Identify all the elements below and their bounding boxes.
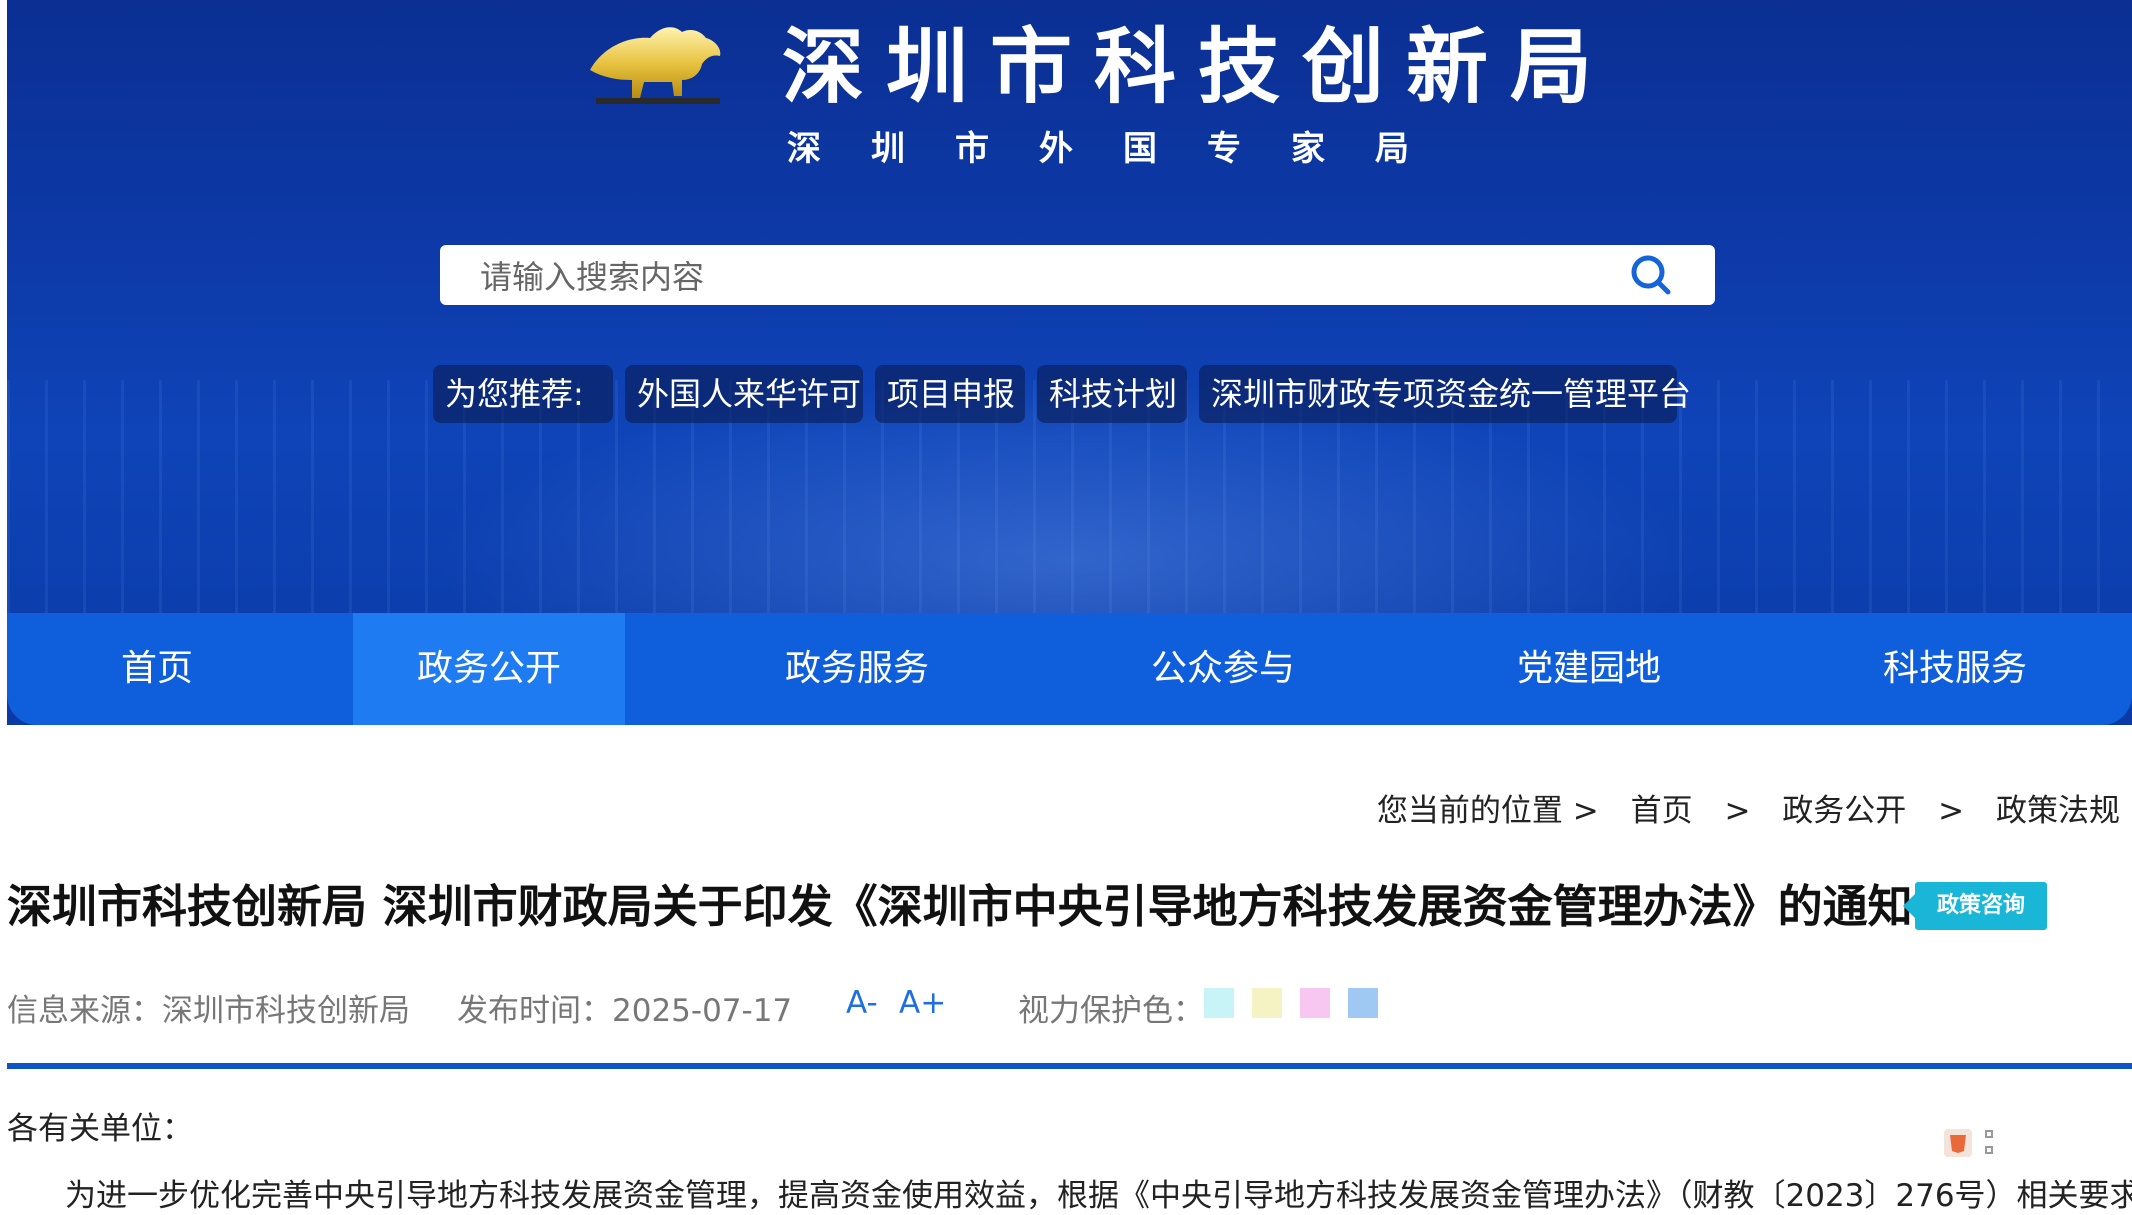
article-salutation: 各有关单位： [7, 1111, 193, 1147]
breadcrumb-separator: > [1938, 793, 1965, 829]
recommend-link-tech-plan[interactable]: 科技计划 [1037, 365, 1187, 423]
nav-item-public-participation[interactable]: 公众参与 [1073, 613, 1373, 725]
article-title: 深圳市科技创新局 深圳市财政局关于印发《深圳市中央引导地方科技发展资金管理办法》… [7, 880, 1913, 933]
recommend-link-project-application[interactable]: 项目申报 [875, 365, 1025, 423]
recommend-link-foreigner-permit[interactable]: 外国人来华许可 [625, 365, 863, 423]
breadcrumb-label: 您当前的位置 > [1376, 793, 1599, 829]
eye-color-blue-swatch[interactable] [1348, 988, 1378, 1018]
eye-protection-label: 视力保护色： [1018, 993, 1204, 1029]
breadcrumb-item-policies[interactable]: 政策法规 [1996, 793, 2120, 829]
search-input[interactable]: 请输入搜索内容 [480, 252, 1627, 298]
recommend-link-finance-platform[interactable]: 深圳市财政专项资金统一管理平台 [1199, 365, 1691, 423]
article-date: 发布时间：2025-07-17 [457, 993, 793, 1029]
main-nav: 首页 政务公开 政务服务 公众参与 党建园地 科技服务 [7, 613, 2132, 725]
font-increase-button[interactable]: A+ [899, 985, 946, 1021]
recommend-label: 为您推荐: [433, 365, 613, 423]
nav-item-government-services[interactable]: 政务服务 [707, 613, 1007, 725]
nav-item-tech-services[interactable]: 科技服务 [1805, 613, 2105, 725]
article-source: 信息来源：深圳市科技创新局 [7, 993, 410, 1029]
nav-item-home[interactable]: 首页 [7, 613, 307, 725]
html5-shortcut-icon[interactable] [1936, 1125, 2006, 1161]
eye-color-pink-swatch[interactable] [1300, 988, 1330, 1018]
eye-color-yellow-swatch[interactable] [1252, 988, 1282, 1018]
site-subtitle: 深圳市外国专家局 [787, 129, 1459, 169]
breadcrumb: 您当前的位置 > 首页 > 政务公开 > 政策法规 [1377, 785, 2120, 830]
content-divider [7, 1063, 2132, 1069]
breadcrumb-item-government-affairs[interactable]: 政务公开 [1782, 793, 1906, 829]
article-paragraph: 为进一步优化完善中央引导地方科技发展资金管理，提高资金使用效益，根据《中央引导地… [65, 1178, 2132, 1214]
search-icon[interactable] [1627, 251, 1675, 299]
site-logo[interactable]: 深圳市科技创新局 深圳市外国专家局 [582, 12, 1592, 172]
policy-consult-badge[interactable]: 政策咨询 [1903, 882, 2047, 930]
breadcrumb-item-home[interactable]: 首页 [1631, 793, 1693, 829]
nav-item-party-building[interactable]: 党建园地 [1439, 613, 1739, 725]
breadcrumb-separator: > [1724, 793, 1751, 829]
eye-color-cyan-swatch[interactable] [1204, 988, 1234, 1018]
nav-item-government-affairs[interactable]: 政务公开 [353, 613, 625, 725]
search-bar[interactable]: 请输入搜索内容 [440, 245, 1715, 305]
site-title: 深圳市科技创新局 [782, 20, 1615, 115]
font-decrease-button[interactable]: A- [846, 985, 878, 1021]
bull-logo-icon [590, 27, 721, 104]
